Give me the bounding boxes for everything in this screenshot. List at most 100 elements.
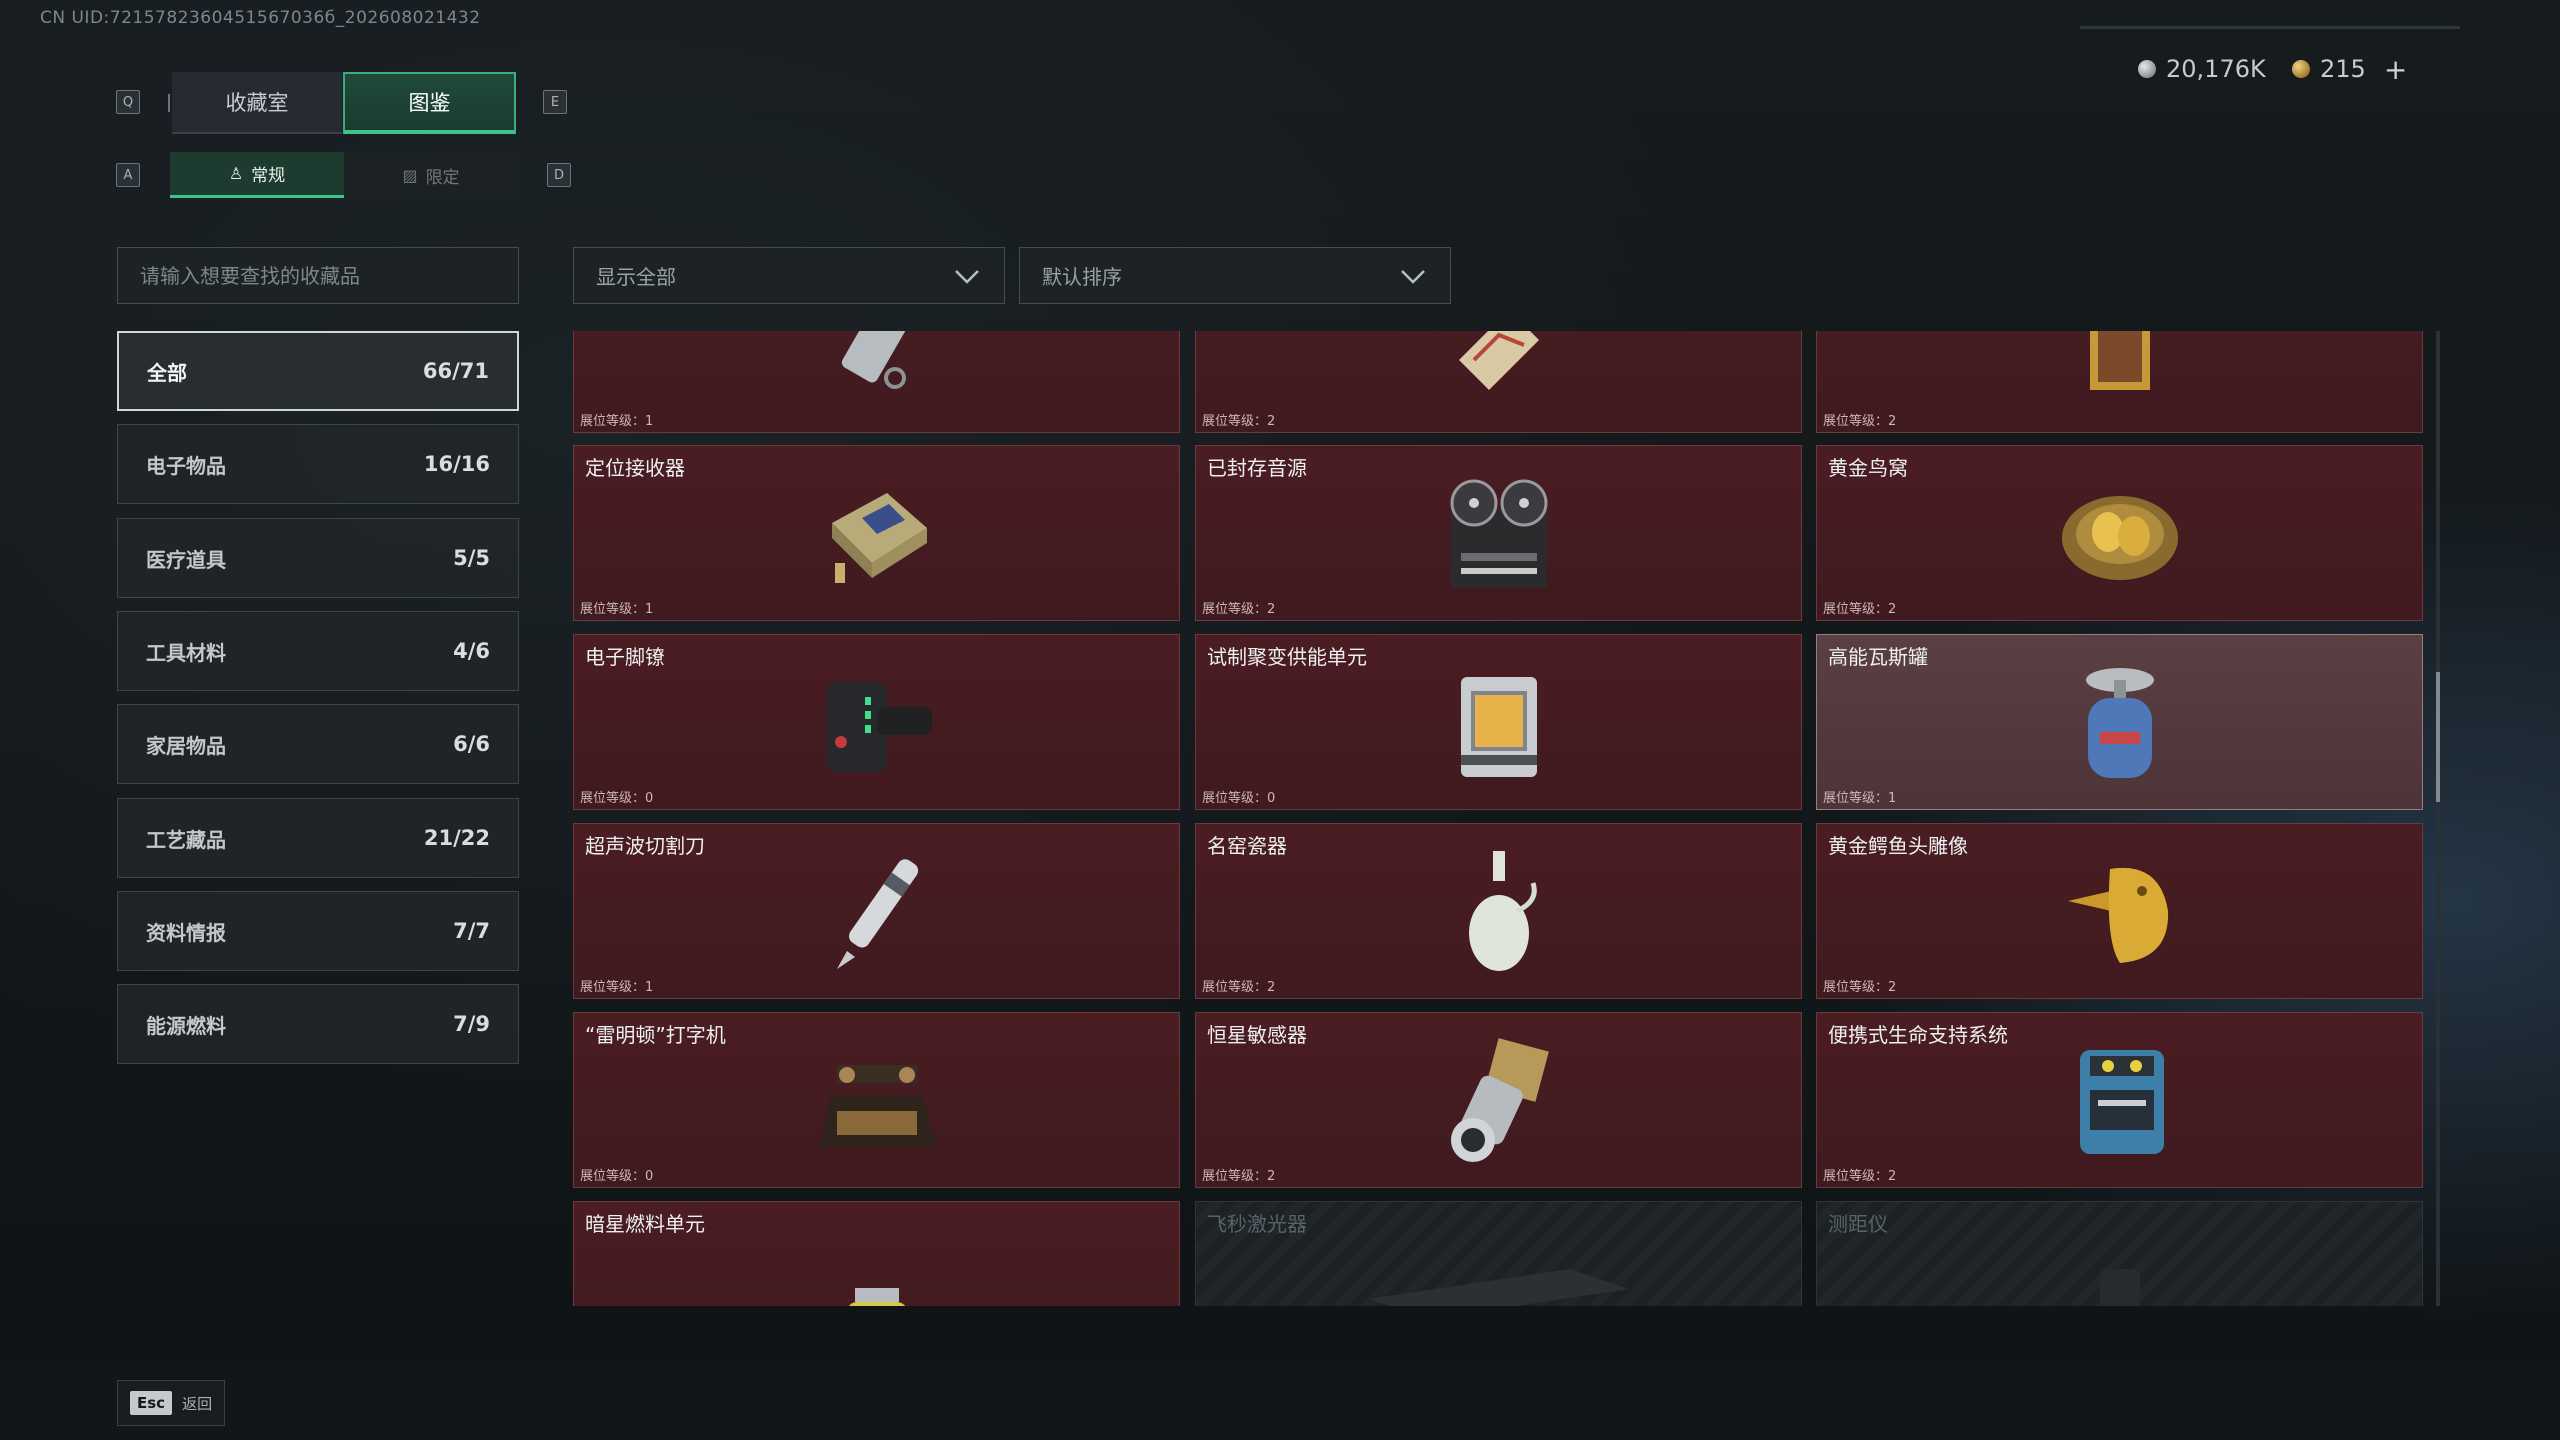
item-level: 展位等级：0 <box>580 791 654 806</box>
flashlight-icon <box>841 331 912 389</box>
item-card[interactable]: 恒星敏感器 展位等级：2 <box>1195 1012 1802 1188</box>
subtab-limited-label: 限定 <box>425 167 460 188</box>
gold-coin-icon <box>2292 60 2310 78</box>
item-name: 黄金鸟窝 <box>1828 456 1908 480</box>
chevron-down-icon <box>1401 269 1425 284</box>
item-level: 展位等级：1 <box>580 602 654 617</box>
gold-currency: 215 + <box>2292 52 2407 86</box>
life-support-icon <box>2079 1050 2164 1154</box>
item-card[interactable]: 展位等级：1 <box>573 331 1180 433</box>
item-card[interactable]: 已封存音源 展位等级：2 <box>1195 445 1802 621</box>
category-intel[interactable]: 资料情报 7/7 <box>117 891 519 971</box>
category-count: 21/22 <box>423 826 490 850</box>
item-card[interactable]: 展位等级：2 <box>1816 331 2423 433</box>
category-crafts[interactable]: 工艺藏品 21/22 <box>117 798 519 878</box>
category-energy[interactable]: 能源燃料 7/9 <box>117 984 519 1064</box>
search-box[interactable] <box>117 247 519 304</box>
gas-canister-icon <box>2085 668 2154 778</box>
category-label: 工具材料 <box>146 640 226 665</box>
item-name: 便携式生命支持系统 <box>1828 1023 2008 1047</box>
laser-icon <box>1368 1269 1629 1306</box>
category-label: 电子物品 <box>146 453 226 478</box>
item-name: 超声波切割刀 <box>585 834 705 858</box>
category-label: 工艺藏品 <box>146 827 226 852</box>
rangefinder-icon <box>2099 1269 2140 1306</box>
search-input[interactable] <box>140 263 496 288</box>
item-level: 展位等级：2 <box>1202 602 1276 617</box>
add-currency-button[interactable]: + <box>2384 53 2407 86</box>
item-level: 展位等级：2 <box>1202 414 1276 429</box>
item-name: 名窑瓷器 <box>1207 834 1287 858</box>
item-name: 试制聚变供能单元 <box>1207 645 1367 669</box>
category-tools[interactable]: 工具材料 4/6 <box>117 611 519 691</box>
collection-grid: 展位等级：1 展位等级：2 展位等级：2 定位接收器 展位等级：1 已封存音源 <box>573 331 2429 1306</box>
item-card[interactable]: 便携式生命支持系统 展位等级：2 <box>1816 1012 2423 1188</box>
sort-value: 默认排序 <box>1042 265 1122 289</box>
golden-nest-icon <box>2061 496 2178 580</box>
category-medical[interactable]: 医疗道具 5/5 <box>117 518 519 598</box>
item-card-locked[interactable]: 测距仪 <box>1816 1201 2423 1306</box>
scrollbar-track[interactable] <box>2436 331 2440 1306</box>
item-level: 展位等级：2 <box>1823 1169 1897 1184</box>
item-card[interactable]: 超声波切割刀 展位等级：1 <box>573 823 1180 999</box>
category-count: 7/7 <box>453 919 490 943</box>
item-name: 定位接收器 <box>585 456 685 480</box>
category-label: 医疗道具 <box>146 547 226 572</box>
uid-text: CN UID:7215782360451567036б_202608021432 <box>40 8 481 28</box>
item-level: 展位等级：2 <box>1823 980 1897 995</box>
item-card[interactable]: 定位接收器 展位等级：1 <box>573 445 1180 621</box>
category-count: 4/6 <box>453 639 490 663</box>
typewriter-icon <box>818 1065 935 1147</box>
golden-croc-icon <box>2067 867 2168 963</box>
silver-currency: 20,176K <box>2138 52 2266 86</box>
receiver-icon <box>831 493 927 583</box>
category-count: 16/16 <box>423 452 490 476</box>
filter-value: 显示全部 <box>596 265 676 289</box>
subtab-regular[interactable]: ♙ 常规 <box>170 152 344 198</box>
sort-dropdown[interactable]: 默认排序 <box>1019 247 1451 304</box>
tab-separator <box>168 94 170 112</box>
filter-dropdown[interactable]: 显示全部 <box>573 247 1005 304</box>
item-card[interactable]: 展位等级：2 <box>1195 331 1802 433</box>
item-card-locked[interactable]: 飞秒激光器 <box>1195 1201 1802 1306</box>
item-name: 暗星燃料单元 <box>585 1212 705 1236</box>
item-level: 展位等级：1 <box>1823 791 1897 806</box>
item-card[interactable]: 暗星燃料单元 <box>573 1201 1180 1306</box>
ankle-monitor-icon <box>826 682 932 772</box>
category-count: 5/5 <box>453 546 490 570</box>
category-electronics[interactable]: 电子物品 16/16 <box>117 424 519 504</box>
chevron-down-icon <box>955 269 979 284</box>
item-name: “雷明顿”打字机 <box>585 1023 726 1047</box>
top-divider <box>2080 26 2460 29</box>
silver-amount: 20,176K <box>2166 55 2266 83</box>
item-card[interactable]: 名窑瓷器 展位等级：2 <box>1195 823 1802 999</box>
scrollbar-thumb[interactable] <box>2436 672 2440 802</box>
item-card[interactable]: 黄金鳄鱼头雕像 展位等级：2 <box>1816 823 2423 999</box>
item-card[interactable]: 电子脚镣 展位等级：0 <box>573 634 1180 810</box>
subtab-limited[interactable]: ▨ 限定 <box>344 152 518 198</box>
key-hint-d: D <box>547 163 571 187</box>
item-level: 展位等级：1 <box>580 414 654 429</box>
item-card[interactable]: 黄金鸟窝 展位等级：2 <box>1816 445 2423 621</box>
bottom-bar <box>0 1366 2560 1440</box>
item-card[interactable]: 高能瓦斯罐 展位等级：1 <box>1816 634 2423 810</box>
tab-codex[interactable]: 图鉴 <box>343 72 516 134</box>
gold-amount: 215 <box>2320 55 2366 83</box>
item-card[interactable]: 试制聚变供能单元 展位等级：0 <box>1195 634 1802 810</box>
item-level: 展位等级：2 <box>1202 980 1276 995</box>
porcelain-vase-icon <box>1468 851 1537 971</box>
item-level: 展位等级：0 <box>580 1169 654 1184</box>
item-name: 高能瓦斯罐 <box>1828 645 1928 669</box>
category-household[interactable]: 家居物品 6/6 <box>117 704 519 784</box>
image-icon: ▨ <box>402 165 418 185</box>
tape-recorder-icon <box>1450 479 1547 588</box>
back-label: 返回 <box>182 1394 213 1413</box>
category-all[interactable]: 全部 66/71 <box>117 331 519 411</box>
category-count: 6/6 <box>453 732 490 756</box>
tab-collection-room[interactable]: 收藏室 <box>172 72 342 134</box>
silver-coin-icon <box>2138 60 2156 78</box>
item-level: 展位等级：2 <box>1823 602 1897 617</box>
back-button[interactable]: Esc 返回 <box>117 1380 226 1426</box>
item-card[interactable]: “雷明顿”打字机 展位等级：0 <box>573 1012 1180 1188</box>
key-hint-e: E <box>543 90 567 114</box>
